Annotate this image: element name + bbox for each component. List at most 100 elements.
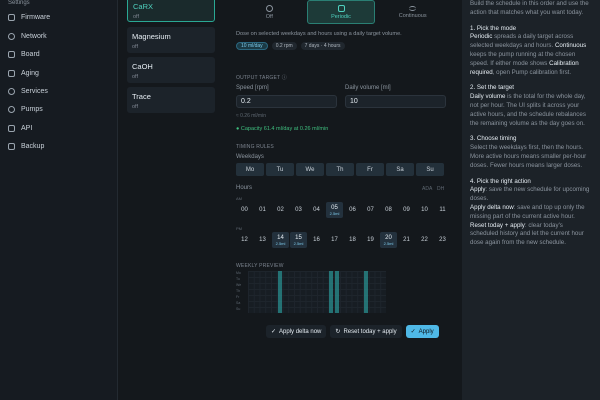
apply-delta-button[interactable]: ✓ Apply delta now (266, 325, 327, 338)
hour-00[interactable]: 00 (236, 202, 253, 218)
hour-dose: 2.5ml (275, 240, 286, 246)
pump-status: off (132, 74, 139, 80)
weekday-tu[interactable]: Tu (266, 163, 294, 176)
check-icon: ✓ (271, 329, 277, 335)
hour-18[interactable]: 18 (344, 232, 361, 248)
hour-19[interactable]: 19 (362, 232, 379, 248)
pump-card-carx[interactable]: CaRX off (127, 0, 215, 22)
sidebar-item-aging[interactable]: Aging (8, 66, 39, 80)
sidebar-item-label: Firmware (21, 13, 51, 21)
hour-05[interactable]: 05 2.5ml (326, 202, 343, 218)
help-intro: Build the schedule in this order and use… (470, 0, 589, 16)
sidebar-item-pumps[interactable]: Pumps (8, 102, 43, 116)
output-target-heading: OUTPUT TARGET ⓘ (236, 74, 287, 81)
hour-04[interactable]: 04 (308, 202, 325, 218)
weekdays-label: Weekdays (236, 154, 264, 160)
hours-pm-row: 12 13 14 2.5ml 15 2.5ml 16 17 18 19 20 2.5ml 21 22 23 (236, 232, 451, 248)
hour-12[interactable]: 12 (236, 232, 253, 248)
mode-off[interactable]: Off (236, 0, 303, 24)
weekday-fr[interactable]: Fr (356, 163, 384, 176)
weekday-we[interactable]: We (296, 163, 324, 176)
mode-periodic[interactable]: Periodic (306, 0, 376, 24)
summary-chips: 10 ml/day 0.2 rpm 7 days · 4 hours (236, 42, 345, 50)
sidebar-item-services[interactable]: Services (8, 84, 48, 98)
sidebar-title: Settings (8, 0, 30, 6)
pump-card-trace[interactable]: Trace off (127, 87, 215, 113)
network-icon (8, 32, 15, 40)
sidebar-item-label: Board (21, 50, 40, 58)
hour-11[interactable]: 11 (434, 202, 451, 218)
help-step-2-text: Daily volume is the total for the whole … (470, 93, 592, 128)
volume-label: Daily volume [ml] (345, 85, 391, 91)
hour-dose: 2.5ml (329, 210, 340, 216)
sidebar-item-board[interactable]: Board (8, 47, 40, 61)
sidebar-item-api[interactable]: API (8, 121, 32, 135)
hour-02[interactable]: 02 (272, 202, 289, 218)
pump-card-caoh[interactable]: CaOH off (127, 57, 215, 83)
hour-label: 22 (421, 237, 428, 243)
hour-08[interactable]: 08 (380, 202, 397, 218)
board-icon (8, 50, 15, 58)
hours-select-all[interactable]: ADA (422, 186, 432, 192)
hours-clear[interactable]: DH (437, 186, 444, 192)
hour-09[interactable]: 09 (398, 202, 415, 218)
hour-15[interactable]: 15 2.5ml (290, 232, 307, 248)
pump-name: CaOH (132, 62, 153, 71)
weekday-su[interactable]: Su (416, 163, 444, 176)
button-label: Apply (418, 328, 434, 335)
hour-label: 00 (241, 207, 248, 213)
weekday-mo[interactable]: Mo (236, 163, 264, 176)
mode-continuous[interactable]: Continuous (379, 0, 446, 24)
help-text: , open Pump calibration first. (492, 68, 572, 76)
weekday-th[interactable]: Th (326, 163, 354, 176)
hour-07[interactable]: 07 (362, 202, 379, 218)
chip-schedule: 7 days · 4 hours (300, 42, 345, 50)
help-emphasis: Daily volume (470, 93, 506, 101)
hour-21[interactable]: 21 (398, 232, 415, 248)
preview-row-label: Su (236, 307, 241, 311)
hour-label: 16 (313, 237, 320, 243)
pump-card-magnesium[interactable]: Magnesium off (127, 27, 215, 53)
hour-22[interactable]: 22 (416, 232, 433, 248)
calendar-icon (337, 4, 345, 12)
speed-input[interactable]: 0.2 (236, 95, 337, 108)
preview-dose-bar (277, 271, 282, 313)
hour-17[interactable]: 17 (326, 232, 343, 248)
check-icon: ✓ (410, 329, 416, 335)
pump-list: CaRX off Magnesium off CaOH off Trace of… (118, 0, 228, 400)
sidebar-item-label: Services (21, 87, 48, 95)
hour-23[interactable]: 23 (434, 232, 451, 248)
hour-03[interactable]: 03 (290, 202, 307, 218)
hour-label: 03 (295, 207, 302, 213)
help-step-1-text: Periodic spreads a daily target across s… (470, 33, 592, 77)
reset-apply-button[interactable]: ↻ Reset today + apply (330, 325, 402, 338)
hour-06[interactable]: 06 (344, 202, 361, 218)
hour-14[interactable]: 14 2.5ml (272, 232, 289, 248)
help-step-1-title: 1. Pick the mode (470, 24, 517, 32)
hour-label: 06 (349, 207, 356, 213)
weekday-sa[interactable]: Sa (386, 163, 414, 176)
chip-speed: 0.2 rpm (271, 42, 297, 50)
pump-icon (8, 105, 15, 113)
hour-10[interactable]: 10 (416, 202, 433, 218)
hour-13[interactable]: 13 (254, 232, 271, 248)
sidebar-item-label: Backup (21, 142, 45, 150)
help-step-4-reset: Reset today + apply: clear today's sched… (470, 222, 592, 248)
daily-volume-input[interactable]: 10 (345, 95, 446, 108)
preview-dose-bar (363, 271, 368, 313)
help-step-2-title: 2. Set the target (470, 84, 515, 92)
sidebar-item-label: Aging (21, 69, 39, 77)
sidebar-item-label: Network (21, 32, 47, 40)
preview-row-label: Mo (236, 271, 241, 275)
services-icon (8, 87, 15, 95)
preview-grid (248, 271, 386, 313)
sidebar-item-network[interactable]: Network (8, 29, 47, 43)
apply-button[interactable]: ✓ Apply (405, 325, 439, 338)
hour-01[interactable]: 01 (254, 202, 271, 218)
hour-label: 10 (421, 207, 428, 213)
sidebar-item-firmware[interactable]: Firmware (8, 10, 50, 24)
help-emphasis: Reset today + apply (470, 221, 525, 229)
sidebar-item-backup[interactable]: Backup (8, 139, 44, 153)
hour-20[interactable]: 20 2.5ml (380, 232, 397, 248)
hour-16[interactable]: 16 (308, 232, 325, 248)
